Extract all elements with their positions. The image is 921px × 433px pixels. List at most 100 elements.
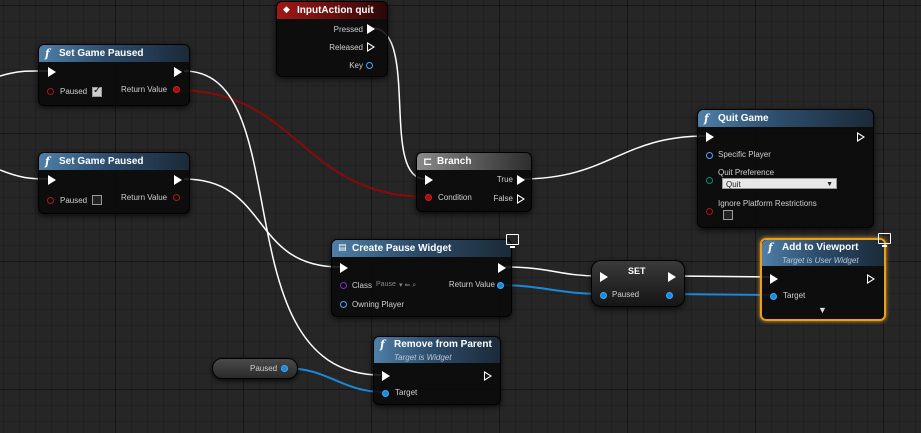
return-value-pin[interactable] [173,86,180,93]
node-quit-game[interactable]: f Quit Game Specific Player Quit Preferen… [697,109,874,228]
wire-exec-create-to-set [504,266,600,277]
node-header: ▤ Create Pause Widget [332,240,511,257]
ignore-restrictions-checkbox[interactable] [723,210,733,220]
node-remove-from-parent[interactable]: f Remove from Parent Target is Widget Targ… [373,336,501,405]
node-add-to-viewport[interactable]: f Add to Viewport Target is User Widget Ta… [760,233,891,321]
node-subtitle: Target is Widget [394,353,452,362]
node-title: Remove from Parent [394,339,492,350]
pin-label-released: Released [329,43,363,52]
node-header: f Add to Viewport Target is User Widget [762,240,884,266]
ignore-restrictions-pin[interactable] [706,208,713,215]
node-set-variable[interactable]: SET Paused [591,260,685,307]
owning-player-pin[interactable] [340,301,347,308]
node-title: Branch [437,156,472,167]
return-value-pin[interactable] [497,282,504,289]
paused-input-pin[interactable] [600,292,607,299]
node-create-pause-widget[interactable]: ▤ Create Pause Widget Class Pause ▾ ⇐ ⌕ R… [331,234,519,317]
node-header: f Set Game Paused [39,153,189,170]
node-title: SET [628,266,646,276]
node-title: Quit Game [718,113,769,124]
pin-label-quit-preference: Quit Preference [718,168,775,177]
paused-pin[interactable] [47,88,54,95]
exec-out-pin[interactable] [174,67,182,77]
pin-label-paused: Paused [60,87,88,96]
exec-out-pin[interactable] [668,272,676,282]
wire-exec-paused1-to-remove [183,70,382,376]
paused-pin[interactable] [47,197,54,204]
exec-out-pin[interactable] [484,371,492,381]
quit-preference-pin[interactable] [706,177,713,184]
pin-label-owning-player: Owning Player [352,300,405,309]
paused-output-pin[interactable] [281,365,288,372]
function-icon: f [704,112,709,125]
monitor-icon [878,233,891,247]
node-title: Add to Viewport [782,242,859,253]
node-title: Set Game Paused [59,156,144,167]
class-dropdown-arrow-icon[interactable]: ▾ ⇐ ⌕ [399,281,416,290]
false-exec-pin[interactable] [517,194,525,204]
wire-bool-return-to-condition [175,89,429,198]
function-icon: f [380,338,385,351]
paused-output-pin[interactable] [666,292,673,299]
node-title: Set Game Paused [59,48,144,59]
node-subtitle: Target is User Widget [782,256,859,265]
return-value-pin[interactable] [173,194,180,201]
paused-checkbox[interactable] [92,85,102,97]
node-set-game-paused-2[interactable]: f Set Game Paused Paused Return Value [38,152,190,214]
node-header: ◆ InputAction quit [277,2,387,19]
wire-exec-set-to-viewport [675,275,770,278]
monitor-icon [506,234,519,248]
node-title: InputAction quit [297,5,374,16]
pin-label-return-value: Return Value [121,193,168,202]
class-value-select[interactable]: Pause [376,281,396,288]
dropdown-arrow-icon: ▼ [826,181,833,188]
released-exec-pin[interactable] [367,42,375,52]
exec-out-pin[interactable] [174,175,182,185]
exec-in-pin[interactable] [48,67,56,77]
pin-label-specific-player: Specific Player [718,150,771,159]
node-header: ⊏ Branch [417,153,531,170]
expand-advanced-icon[interactable]: ▼ [818,305,827,315]
node-set-game-paused-1[interactable]: f Set Game Paused Paused Return Value [38,44,190,106]
key-pin[interactable] [366,62,373,69]
exec-out-pin[interactable] [867,274,875,284]
paused-checkbox[interactable] [92,195,102,205]
branch-icon: ⊏ [423,155,433,168]
node-header: f Set Game Paused [39,45,189,62]
wire-obj-return-to-set [497,284,603,295]
wire-obj-paused-to-remove [283,367,386,393]
node-branch[interactable]: ⊏ Branch True Condition False [416,152,532,212]
pin-label-target: Target [783,291,806,300]
node-header: f Remove from Parent Target is Widget [374,337,500,363]
node-get-paused-variable[interactable]: Paused [212,358,298,379]
pressed-exec-pin[interactable] [367,24,375,34]
true-exec-pin[interactable] [517,175,525,185]
quit-preference-value: Quit [726,180,741,189]
pin-label-key: Key [349,61,363,70]
exec-out-pin[interactable] [498,263,506,273]
target-pin[interactable] [770,293,777,300]
exec-in-pin[interactable] [48,175,56,185]
quit-preference-dropdown[interactable]: Quit ▼ [722,178,837,189]
widget-icon: ▤ [338,243,347,253]
pin-label-ignore-restrictions: Ignore Platform Restrictions [718,199,817,208]
condition-pin[interactable] [425,194,432,201]
pin-label-true: True [496,175,513,184]
pin-label-condition: Condition [438,193,472,202]
exec-in-pin[interactable] [770,274,778,284]
specific-player-pin[interactable] [706,152,713,159]
class-pin[interactable] [340,282,347,289]
exec-in-pin[interactable] [382,371,390,381]
exec-in-pin[interactable] [706,132,714,142]
exec-in-pin[interactable] [600,272,608,282]
exec-in-pin[interactable] [425,175,433,185]
wire-exec-true-to-quit [520,135,707,180]
pin-label-false: False [493,194,513,203]
node-inputaction-quit[interactable]: ◆ InputAction quit Pressed Released Key [276,1,388,77]
target-pin[interactable] [382,390,389,397]
exec-in-pin[interactable] [340,263,348,273]
pin-label-paused: Paused [60,196,88,205]
exec-out-pin[interactable] [857,132,865,142]
node-title: Create Pause Widget [352,243,452,254]
function-icon: f [45,155,50,168]
